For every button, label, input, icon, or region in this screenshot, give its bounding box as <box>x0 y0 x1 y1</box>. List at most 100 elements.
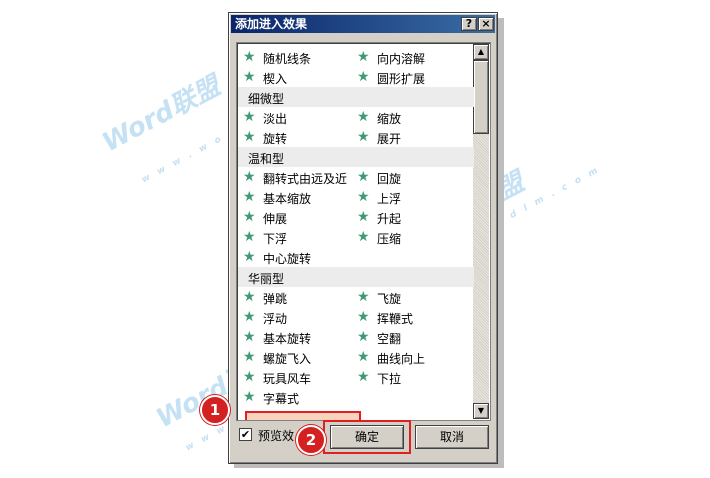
preview-checkbox-label: 预览效 <box>258 429 295 443</box>
effect-item-label: 弹跳 <box>263 292 288 306</box>
star-icon: ★ <box>243 389 256 405</box>
effect-item[interactable]: ★ 中心旋转 <box>243 247 353 267</box>
group-header: 温和型 <box>238 147 474 167</box>
cancel-button[interactable]: 取消 <box>415 425 489 449</box>
star-icon: ★ <box>357 209 370 225</box>
effect-item[interactable]: ★ 圆形扩展 <box>357 67 467 87</box>
scroll-thumb[interactable] <box>473 60 489 134</box>
star-icon: ★ <box>243 369 256 385</box>
star-icon: ★ <box>243 109 256 125</box>
effect-item-label: 展开 <box>377 132 402 146</box>
effect-item[interactable]: ★ 基本旋转 <box>243 327 353 347</box>
group-header: 细微型 <box>238 87 474 107</box>
close-button[interactable]: × <box>478 17 494 31</box>
effect-item[interactable]: ★ 楔入 <box>243 67 353 87</box>
group-header: 华丽型 <box>238 267 474 287</box>
effect-item-label: 翻转式由远及近 <box>263 172 348 186</box>
effect-item-label: 向内溶解 <box>377 52 426 66</box>
effect-item[interactable]: ★ 伸展 <box>243 207 353 227</box>
star-icon: ★ <box>357 49 370 65</box>
effect-item-label: 淡出 <box>263 112 288 126</box>
effect-item-label: 玩具风车 <box>263 372 312 386</box>
star-icon: ★ <box>357 289 370 305</box>
effect-item-label: 旋转 <box>263 132 288 146</box>
star-icon: ★ <box>243 209 256 225</box>
vertical-scrollbar[interactable]: ▲ ▼ <box>473 44 489 419</box>
effect-item-label: 升起 <box>377 212 402 226</box>
effect-item[interactable]: ★ 飞旋 <box>357 287 467 307</box>
effect-item-label: 基本旋转 <box>263 332 312 346</box>
effect-item-label: 压缩 <box>377 232 402 246</box>
effect-item-label: 基本缩放 <box>263 192 312 206</box>
star-icon: ★ <box>243 229 256 245</box>
effect-item-label: 下拉 <box>377 372 402 386</box>
effect-item[interactable]: ★ 螺旋飞入 <box>243 347 353 367</box>
effect-item[interactable]: ★ 上浮 <box>357 187 467 207</box>
effect-item[interactable]: ★ 玩具风车 <box>243 367 353 387</box>
add-entrance-effect-dialog: 添加进入效果 ? × ▲ ▼ ★ 随机线条 ★ 向内溶解 ★ 楔入 ★ 圆形扩展 细微型 ★ 淡出 ★… <box>228 12 498 464</box>
effect-item[interactable]: ★ 压缩 <box>357 227 467 247</box>
star-icon: ★ <box>357 189 370 205</box>
effect-item[interactable]: ★ 随机线条 <box>243 47 353 67</box>
effect-item-selected[interactable]: ★ 字幕式 <box>243 387 353 407</box>
effect-item[interactable]: ★ 翻转式由远及近 <box>243 167 353 187</box>
effect-item-label: 圆形扩展 <box>377 72 426 86</box>
star-icon: ★ <box>243 309 256 325</box>
effect-item-label: 螺旋飞入 <box>263 352 312 366</box>
effect-item-label: 下浮 <box>263 232 288 246</box>
effect-item[interactable]: ★ 缩放 <box>357 107 467 127</box>
effect-item[interactable]: ★ 下拉 <box>357 367 467 387</box>
help-button[interactable]: ? <box>461 17 477 31</box>
effect-item[interactable]: ★ 浮动 <box>243 307 353 327</box>
star-icon: ★ <box>243 249 256 265</box>
star-icon: ★ <box>357 229 370 245</box>
effect-item[interactable]: ★ 曲线向上 <box>357 347 467 367</box>
star-icon: ★ <box>357 69 370 85</box>
star-icon: ★ <box>357 329 370 345</box>
star-icon: ★ <box>357 349 370 365</box>
effect-item[interactable]: ★ 升起 <box>357 207 467 227</box>
effect-item[interactable]: ★ 淡出 <box>243 107 353 127</box>
star-icon: ★ <box>243 329 256 345</box>
scroll-down-button[interactable]: ▼ <box>473 403 489 419</box>
effect-item-label: 浮动 <box>263 312 288 326</box>
scroll-up-button[interactable]: ▲ <box>473 44 489 60</box>
effect-item[interactable]: ★ 下浮 <box>243 227 353 247</box>
star-icon: ★ <box>243 349 256 365</box>
star-icon: ★ <box>357 109 370 125</box>
effect-item[interactable]: ★ 空翻 <box>357 327 467 347</box>
effect-item-label: 回旋 <box>377 172 402 186</box>
star-icon: ★ <box>357 129 370 145</box>
star-icon: ★ <box>357 309 370 325</box>
effect-item[interactable]: ★ 向内溶解 <box>357 47 467 67</box>
effect-item-label: 缩放 <box>377 112 402 126</box>
star-icon: ★ <box>243 129 256 145</box>
step-1-badge: 1 <box>200 395 230 425</box>
star-icon: ★ <box>243 169 256 185</box>
title-bar[interactable]: 添加进入效果 ? × <box>231 15 495 33</box>
effect-item-label: 随机线条 <box>263 52 312 66</box>
effect-item-label: 曲线向上 <box>377 352 426 366</box>
effect-item-label: 伸展 <box>263 212 288 226</box>
star-icon: ★ <box>243 69 256 85</box>
effect-item-label: 字幕式 <box>263 392 300 406</box>
effect-item-label: 空翻 <box>377 332 402 346</box>
effect-item-label: 挥鞭式 <box>377 312 414 326</box>
star-icon: ★ <box>243 49 256 65</box>
effect-item[interactable]: ★ 展开 <box>357 127 467 147</box>
preview-checkbox[interactable]: ✔ <box>239 428 252 441</box>
star-icon: ★ <box>243 289 256 305</box>
star-icon: ★ <box>243 189 256 205</box>
effect-list[interactable]: ▲ ▼ ★ 随机线条 ★ 向内溶解 ★ 楔入 ★ 圆形扩展 细微型 ★ 淡出 ★ 缩放 ★ 旋转 ★ 展开 温和型… <box>236 42 491 421</box>
effect-item-label: 中心旋转 <box>263 252 312 266</box>
effect-item[interactable]: ★ 旋转 <box>243 127 353 147</box>
effect-item[interactable]: ★ 挥鞭式 <box>357 307 467 327</box>
effect-item-label: 上浮 <box>377 192 402 206</box>
step-2-badge: 2 <box>296 425 326 455</box>
group-header-label: 华丽型 <box>248 272 285 286</box>
star-icon: ★ <box>357 169 370 185</box>
effect-item[interactable]: ★ 回旋 <box>357 167 467 187</box>
effect-item[interactable]: ★ 基本缩放 <box>243 187 353 207</box>
effect-item[interactable]: ★ 弹跳 <box>243 287 353 307</box>
effect-item-label: 飞旋 <box>377 292 402 306</box>
